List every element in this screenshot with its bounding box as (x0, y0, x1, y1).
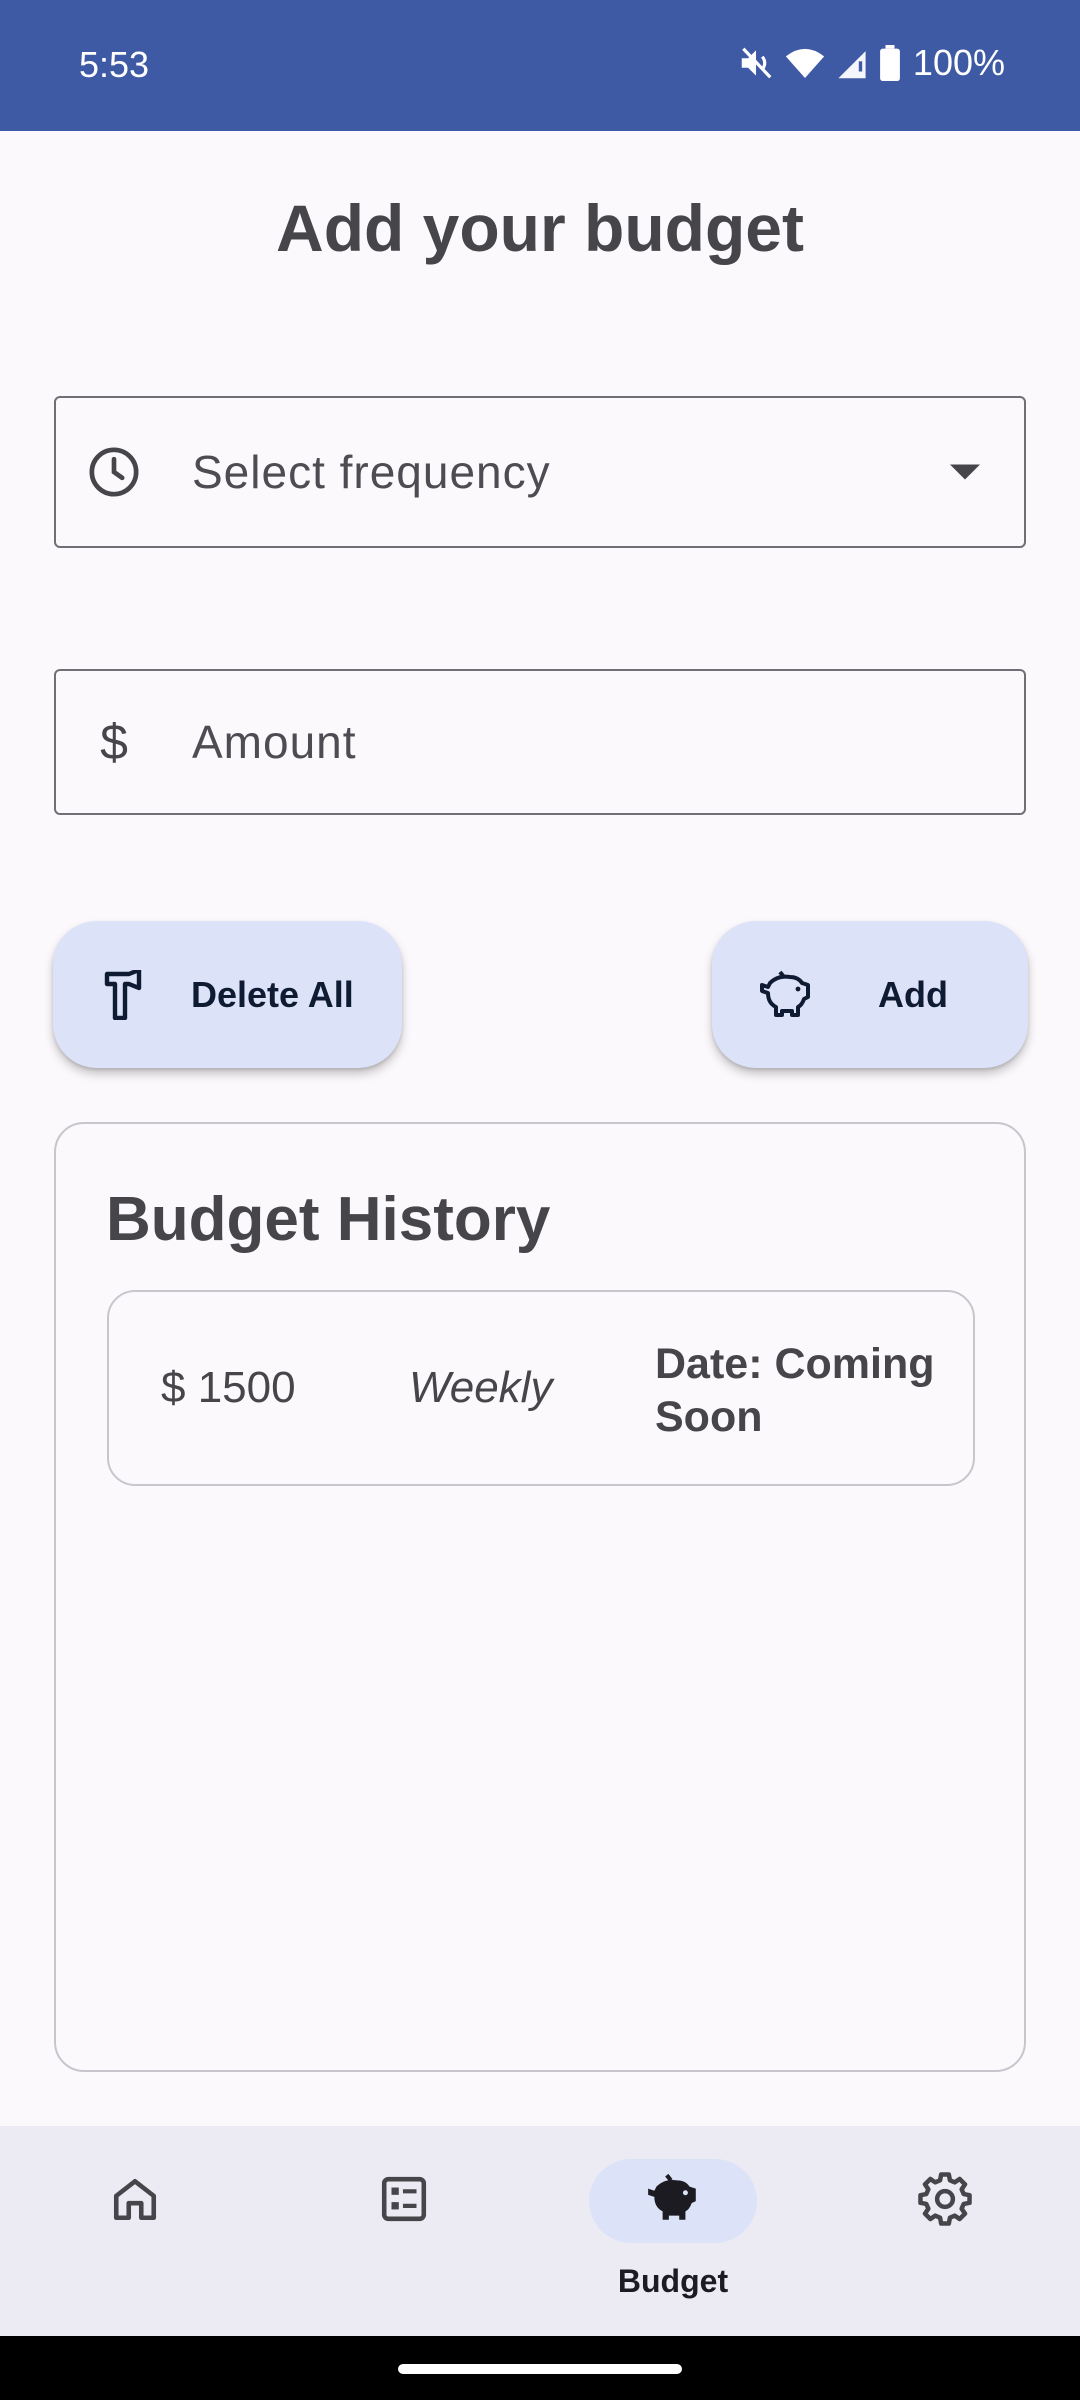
entry-amount: $ 1500 (161, 1363, 296, 1412)
delete-all-button[interactable]: Delete All (53, 921, 402, 1068)
dropdown-arrow-icon[interactable] (950, 464, 980, 480)
battery-percentage: 100% (912, 42, 1005, 83)
entry-frequency: Weekly (409, 1363, 553, 1412)
gear-icon (918, 2171, 972, 2231)
checklist-icon (379, 2174, 429, 2229)
dollar-icon: $ (100, 714, 128, 770)
add-button[interactable]: Add (712, 921, 1028, 1068)
add-label: Add (878, 973, 948, 1015)
hammer-icon (103, 969, 147, 1020)
nav-item-budget[interactable]: Budget (573, 2126, 773, 2336)
amount-placeholder: Amount (192, 716, 357, 768)
nav-item-list[interactable] (329, 2126, 479, 2336)
frequency-placeholder: Select frequency (192, 446, 551, 498)
battery-icon (879, 45, 901, 81)
piggy-bank-icon (758, 970, 814, 1020)
status-icons: 100% (737, 40, 1005, 86)
budget-history-title: Budget History (106, 1185, 551, 1254)
status-bar: 5:53 100% (0, 0, 1080, 131)
nav-item-settings[interactable] (870, 2126, 1020, 2336)
entry-date: Date: Coming Soon (655, 1340, 935, 1441)
clock-icon (86, 444, 142, 500)
mute-icon (737, 44, 775, 82)
page-title: Add your budget (276, 191, 804, 265)
nav-label-budget: Budget (617, 2263, 729, 2299)
budget-history-entry[interactable]: $ 1500 Weekly Date: Coming Soon (107, 1290, 975, 1486)
bottom-navigation: Budget (0, 2126, 1080, 2336)
status-time: 5:53 (79, 44, 150, 85)
budget-history-card: Budget History $ 1500 Weekly Date: Comin… (54, 1122, 1026, 2072)
piggy-bank-icon (644, 2173, 702, 2230)
wifi-icon (785, 45, 825, 81)
home-icon (110, 2174, 160, 2229)
frequency-dropdown[interactable]: Select frequency (54, 396, 1026, 548)
delete-all-label: Delete All (191, 973, 354, 1015)
amount-input[interactable]: $ Amount (54, 669, 1026, 815)
nav-item-home[interactable] (60, 2126, 210, 2336)
signal-icon (835, 45, 869, 81)
nav-active-indicator (589, 2159, 757, 2243)
gesture-navigation-area (0, 2336, 1080, 2400)
gesture-handle[interactable] (398, 2364, 682, 2374)
